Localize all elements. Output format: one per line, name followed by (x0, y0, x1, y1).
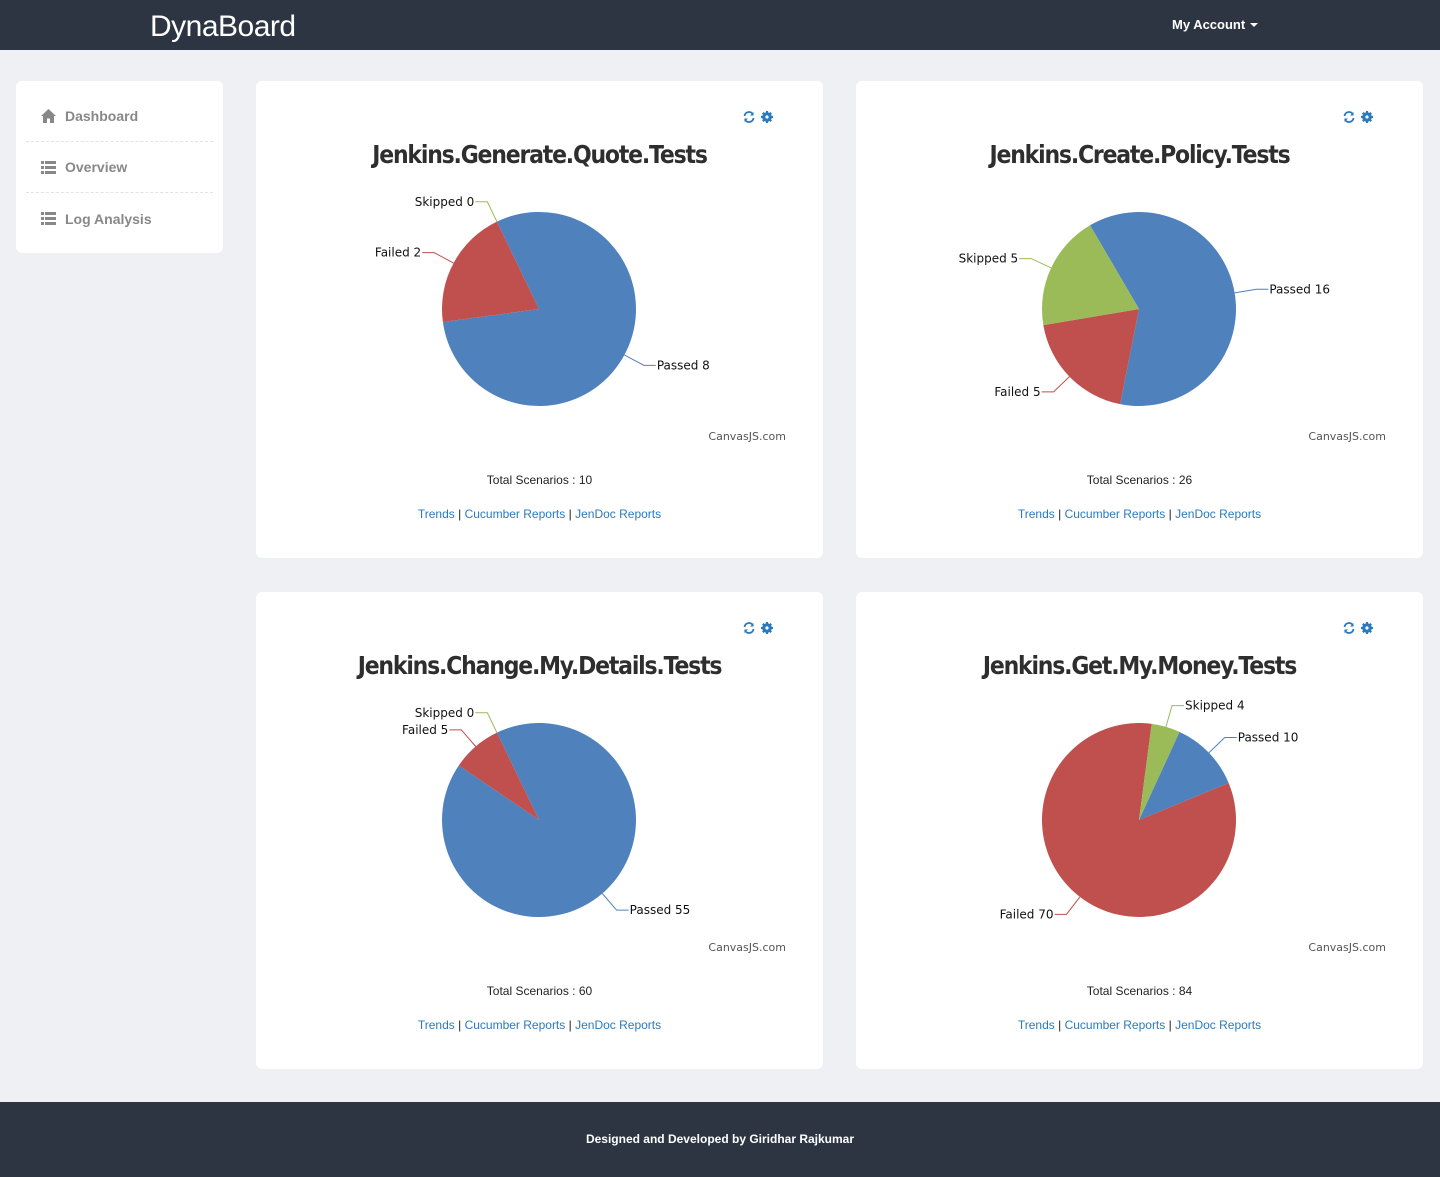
gear-icon[interactable] (760, 110, 774, 124)
leader-line-passed (1208, 737, 1237, 754)
leader-line-failed (422, 252, 454, 264)
chart-credit[interactable]: CanvasJS.com (708, 430, 786, 443)
cucumber-reports-link[interactable]: Cucumber Reports (1065, 507, 1166, 521)
chart-title: Jenkins.Create.Policy.Tests (989, 141, 1291, 170)
pie-chart: Passed 8 Failed 2 Skipped 0 (375, 195, 710, 406)
refresh-icon[interactable] (742, 621, 756, 635)
gear-icon[interactable] (1360, 110, 1374, 124)
trends-link[interactable]: Trends (418, 507, 455, 521)
sidebar-item-label: Overview (65, 159, 128, 175)
sidebar-item-label: Dashboard (65, 108, 139, 124)
leader-line-failed (1054, 896, 1081, 915)
slice-label-passed: Passed 10 (1238, 731, 1299, 745)
sidebar-item-overview[interactable]: Overview (26, 142, 213, 193)
link-separator: | (1058, 1018, 1062, 1032)
slice-label-skipped: Skipped 4 (1185, 699, 1245, 713)
chart-title: Jenkins.Generate.Quote.Tests (372, 141, 708, 170)
link-separator: | (1168, 507, 1172, 521)
leader-line-passed (1234, 288, 1269, 294)
leader-line-skipped (475, 201, 498, 222)
trends-link[interactable]: Trends (418, 1018, 455, 1032)
trends-link[interactable]: Trends (1018, 507, 1055, 521)
slice-label-skipped: Skipped 0 (415, 195, 475, 209)
leader-line-skipped (1165, 705, 1185, 727)
leader-line-skipped (1019, 258, 1052, 269)
slice-label-passed: Passed 55 (630, 903, 691, 917)
gear-icon[interactable] (1360, 621, 1374, 635)
jendoc-reports-link[interactable]: JenDoc Reports (575, 507, 661, 521)
total-scenarios: Total Scenarios : 60 (486, 984, 593, 998)
chart-title: Jenkins.Get.My.Money.Tests (982, 652, 1297, 681)
total-scenarios: Total Scenarios : 84 (1086, 984, 1193, 998)
pie-chart: Passed 16 Failed 5 Skipped 5 (959, 212, 1330, 406)
sidebar-item-dashboard[interactable]: Dashboard (26, 91, 213, 142)
cucumber-reports-link[interactable]: Cucumber Reports (1065, 1018, 1166, 1032)
job-card-create-policy: Jenkins.Create.Policy.Tests Passed 16 Fai… (856, 81, 1423, 558)
leader-line-failed (449, 729, 477, 747)
report-links: Trends | Cucumber Reports | JenDoc Repor… (256, 1018, 823, 1032)
cucumber-reports-link[interactable]: Cucumber Reports (465, 507, 566, 521)
top-navbar: DynaBoard My Account (0, 0, 1440, 50)
report-links: Trends | Cucumber Reports | JenDoc Repor… (856, 1018, 1423, 1032)
chart-credit[interactable]: CanvasJS.com (708, 941, 786, 954)
cucumber-reports-link[interactable]: Cucumber Reports (465, 1018, 566, 1032)
leader-line-passed (601, 893, 629, 911)
slice-label-failed: Failed 5 (994, 385, 1040, 399)
caret-down-icon (1250, 23, 1259, 27)
job-card-generate-quote: Jenkins.Generate.Quote.Tests Passed 8 Fai… (256, 81, 823, 558)
my-account-dropdown[interactable]: My Account (1172, 17, 1259, 32)
footer-credit: Designed and Developed by Giridhar Rajku… (585, 1132, 855, 1146)
report-links: Trends | Cucumber Reports | JenDoc Repor… (256, 507, 823, 521)
refresh-icon[interactable] (742, 110, 756, 124)
link-separator: | (458, 1018, 462, 1032)
pie-chart: Passed 55 Failed 5 Skipped 0 (402, 706, 691, 917)
refresh-icon[interactable] (1342, 110, 1356, 124)
jendoc-reports-link[interactable]: JenDoc Reports (575, 1018, 661, 1032)
total-scenarios: Total Scenarios : 10 (486, 473, 593, 487)
brand-logo[interactable]: DynaBoard (150, 10, 296, 44)
gear-icon[interactable] (760, 621, 774, 635)
slice-label-failed: Failed 5 (402, 723, 448, 737)
slice-label-failed: Failed 2 (375, 246, 421, 260)
link-separator: | (1168, 1018, 1172, 1032)
sidebar-item-label: Log Analysis (65, 210, 152, 227)
chart-credit[interactable]: CanvasJS.com (1308, 430, 1386, 443)
chart-title: Jenkins.Change.My.Details.Tests (357, 652, 723, 681)
chart-credit[interactable]: CanvasJS.com (1308, 941, 1386, 954)
refresh-icon[interactable] (1342, 621, 1356, 635)
total-scenarios: Total Scenarios : 26 (1086, 473, 1193, 487)
link-separator: | (458, 507, 462, 521)
jendoc-reports-link[interactable]: JenDoc Reports (1175, 507, 1261, 521)
trends-link[interactable]: Trends (1018, 1018, 1055, 1032)
home-icon (41, 109, 56, 123)
job-card-get-my-money: Jenkins.Get.My.Money.Tests Passed 10 Fail… (856, 592, 1423, 1069)
sidebar: Dashboard Overview Log Analysis (16, 81, 223, 253)
my-account-label: My Account (1172, 17, 1246, 32)
leader-line-failed (1041, 376, 1070, 393)
job-card-change-my-details: Jenkins.Change.My.Details.Tests Passed 5… (256, 592, 823, 1069)
link-separator: | (1058, 507, 1062, 521)
link-separator: | (568, 1018, 572, 1032)
jendoc-reports-link[interactable]: JenDoc Reports (1175, 1018, 1261, 1032)
report-links: Trends | Cucumber Reports | JenDoc Repor… (856, 507, 1423, 521)
slice-label-passed: Passed 8 (657, 358, 710, 372)
slice-label-failed: Failed 70 (1000, 907, 1054, 921)
list-icon (41, 160, 56, 174)
slice-label-passed: Passed 16 (1269, 282, 1330, 296)
link-separator: | (568, 507, 572, 521)
footer: Designed and Developed by Giridhar Rajku… (0, 1102, 1440, 1177)
list-icon (41, 212, 56, 225)
slice-label-skipped: Skipped 0 (415, 706, 475, 720)
pie-chart: Passed 10 Failed 70 Skipped 4 (1000, 699, 1299, 922)
sidebar-item-log-analysis[interactable]: Log Analysis (26, 193, 213, 244)
slice-label-skipped: Skipped 5 (959, 252, 1019, 266)
leader-line-skipped (475, 712, 498, 733)
leader-line-passed (624, 354, 656, 366)
